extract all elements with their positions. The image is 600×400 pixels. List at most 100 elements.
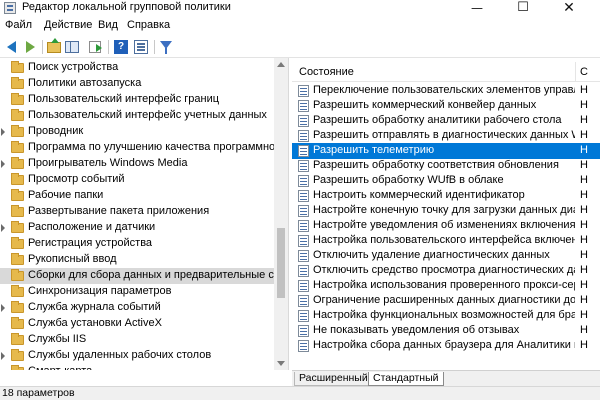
expand-arrow-icon[interactable] [1,224,5,232]
table-row[interactable]: Разрешить коммерческий конвейер данных Н [292,98,600,114]
tree-item[interactable]: Регистрация устройства [0,236,274,252]
tab-extended[interactable]: Расширенный [294,372,373,386]
tab-standard[interactable]: Стандартный [368,372,444,386]
table-row[interactable]: Ограничение расширенных данных диагности… [292,293,600,309]
tree-item[interactable]: Смарт-карта [0,364,274,370]
column-header: Состояние С [292,62,600,82]
folder-icon [11,221,24,233]
column-divider[interactable] [575,62,576,82]
column-header-name[interactable]: Состояние [299,66,354,78]
view-icon[interactable] [133,39,149,55]
filter-icon[interactable] [158,39,174,55]
setting-state: Н [580,324,588,336]
tree-item[interactable]: Синхронизация параметров [0,284,274,300]
setting-state: Н [580,99,588,111]
expand-arrow-icon[interactable] [1,304,5,312]
tree-item[interactable]: Пользовательский интерфейс учетных данны… [0,108,274,124]
table-row[interactable]: Разрешить обработку аналитики рабочего с… [292,113,600,129]
up-folder-icon[interactable] [46,38,62,55]
maximize-button[interactable]: ☐ [500,0,546,16]
table-row[interactable]: Разрешить обработку WUfB в облаке Н [292,173,600,189]
status-bar: 18 параметров [0,386,600,400]
setting-name: Настройка функциональных возможностей дл… [313,309,575,321]
table-row[interactable]: Настройка использования проверенного про… [292,278,600,294]
tree-item-label: Проигрыватель Windows Media [28,157,188,169]
show-hide-tree-icon[interactable] [64,39,80,55]
tree-item[interactable]: Политики автозапуска [0,76,274,92]
menu-action[interactable]: Действие [44,19,92,31]
setting-state: Н [580,264,588,276]
scrollbar-thumb[interactable] [277,228,285,298]
tree-item[interactable]: Проигрыватель Windows Media [0,156,274,172]
setting-name: Разрешить обработку аналитики рабочего с… [313,114,562,126]
scroll-down-arrow-icon[interactable] [277,361,285,366]
toolbar: ? [0,36,600,58]
table-row[interactable]: Настройте конечную точку для загрузки да… [292,203,600,219]
table-row[interactable]: Отключить удаление диагностических данны… [292,248,600,264]
tree-item[interactable]: Рукописный ввод [0,252,274,268]
tree-item[interactable]: Службы удаленных рабочих столов [0,348,274,364]
tree-item-label: Регистрация устройства [28,237,153,249]
table-row[interactable]: Разрешить телеметрию Н [292,143,600,159]
setting-name: Разрешить обработку соответствия обновле… [313,159,559,171]
tree-vertical-scrollbar[interactable] [274,58,288,370]
tree-item[interactable]: Служба журнала событий [0,300,274,316]
setting-state: Н [580,114,588,126]
table-row[interactable]: Разрешить отправлять в диагностических д… [292,128,600,144]
minimize-button[interactable]: — [454,0,500,16]
menu-help[interactable]: Справка [127,19,170,31]
tree-item-label: Служба журнала событий [28,301,161,313]
table-row[interactable]: Настройка пользовательского интерфейса в… [292,233,600,249]
setting-name: Настройка использования проверенного про… [313,279,575,291]
setting-name: Ограничение расширенных данных диагности… [313,294,575,306]
tree-item[interactable]: Сборки для сбора данных и предварительны… [0,268,288,284]
tree-item[interactable]: Служба установки ActiveX [0,316,274,332]
scroll-up-arrow-icon[interactable] [277,62,285,67]
setting-state: Н [580,204,588,216]
expand-arrow-icon[interactable] [1,352,5,360]
policy-setting-icon [298,235,309,247]
policy-setting-icon [298,115,309,127]
tree-item[interactable]: Развертывание пакета приложения [0,204,274,220]
column-header-state[interactable]: С [580,66,588,78]
tree-item[interactable]: Рабочие папки [0,188,274,204]
tree-item[interactable]: Проводник [0,124,274,140]
tree-item-label: Смарт-карта [28,365,92,370]
table-row[interactable]: Настройка функциональных возможностей дл… [292,308,600,324]
setting-name: Разрешить коммерческий конвейер данных [313,99,537,111]
setting-state: Н [580,309,588,321]
menu-view[interactable]: Вид [98,19,118,31]
tree-item[interactable]: Службы IIS [0,332,274,348]
menu-file[interactable]: Файл [5,19,32,31]
table-row[interactable]: Переключение пользовательских элементов … [292,83,600,99]
tree-item[interactable]: Просмотр событий [0,172,274,188]
tree-item[interactable]: Программа по улучшению качества программ… [0,140,288,156]
setting-name: Настройте уведомления об изменениях вклю… [313,219,575,231]
setting-state: Н [580,144,588,156]
setting-name: Разрешить телеметрию [313,144,435,156]
folder-icon [11,125,24,137]
setting-name: Разрешить отправлять в диагностических д… [313,129,575,141]
tree-item[interactable]: Расположение и датчики [0,220,274,236]
tree-item[interactable]: Поиск устройства [0,60,274,76]
forward-icon[interactable] [22,39,38,55]
tree-item[interactable]: Пользовательский интерфейс границ [0,92,274,108]
table-row[interactable]: Настройка сбора данных браузера для Анал… [292,338,600,354]
folder-icon [11,237,24,249]
export-list-icon[interactable] [88,39,104,55]
help-icon[interactable]: ? [113,39,129,55]
table-row[interactable]: Не показывать уведомления об отзывах Н [292,323,600,339]
table-row[interactable]: Отключить средство просмотра диагностиче… [292,263,600,279]
table-row[interactable]: Настройте уведомления об изменениях вклю… [292,218,600,234]
expand-arrow-icon[interactable] [1,160,5,168]
policy-setting-icon [298,145,309,157]
close-button[interactable]: ✕ [546,0,592,16]
expand-arrow-icon[interactable] [1,128,5,136]
toolbar-separator [42,40,43,54]
setting-state: Н [580,189,588,201]
tree-item-label: Службы IIS [28,333,87,345]
settings-list-pane: Состояние С Переключение пользовательски… [292,58,600,370]
table-row[interactable]: Разрешить обработку соответствия обновле… [292,158,600,174]
back-icon[interactable] [4,39,20,55]
table-row[interactable]: Настроить коммерческий идентификатор Н [292,188,600,204]
